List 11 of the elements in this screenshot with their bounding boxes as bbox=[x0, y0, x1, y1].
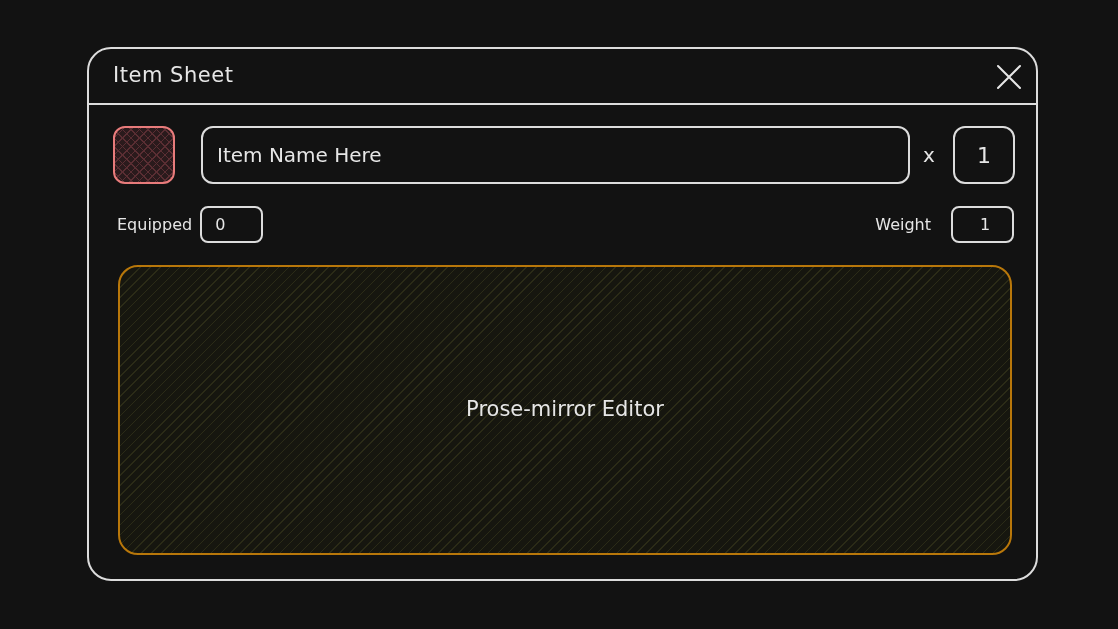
number-field[interactable]: 0 bbox=[200, 206, 264, 243]
editor-area[interactable]: Prose-mirror Editor bbox=[118, 265, 1012, 555]
name-field[interactable]: Item Name Here bbox=[201, 126, 910, 184]
number-field[interactable]: 1 bbox=[951, 206, 1014, 243]
quantity-field[interactable]: 1 bbox=[953, 126, 1015, 184]
multiply-sign: x bbox=[923, 142, 936, 169]
field-label: Equipped bbox=[117, 213, 193, 236]
field-label: Weight bbox=[875, 213, 931, 236]
close-icon[interactable] bbox=[996, 64, 1022, 90]
window-title: Item Sheet bbox=[113, 62, 234, 90]
image-slot[interactable] bbox=[113, 126, 175, 184]
